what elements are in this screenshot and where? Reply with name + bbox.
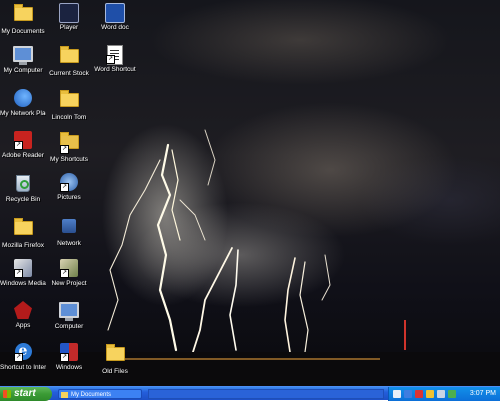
desktop-icon-shortcuts[interactable]: ↗ My Shortcuts	[46, 130, 92, 163]
internet-explorer-icon: e ↗	[13, 343, 33, 363]
desktop-icon-label: Windows	[55, 364, 83, 371]
desktop-icon-label: My Shortcuts	[50, 156, 88, 163]
start-button[interactable]: start	[0, 387, 52, 401]
desktop-icon-network[interactable]: Network	[46, 216, 92, 247]
taskbar-empty-area[interactable]	[148, 389, 384, 399]
folder-icon	[13, 218, 33, 241]
lightning-bolt	[321, 254, 331, 301]
desktop-icon-label: Word Shortcut	[94, 66, 136, 73]
lightning-bolt	[171, 149, 181, 241]
volume-tray-icon[interactable]	[437, 390, 445, 398]
desktop-icon-label: Old Files	[102, 368, 128, 375]
desktop-icon-label: My Computer	[3, 67, 43, 74]
desktop-icon-folder[interactable]: Mozilla Firefox	[0, 216, 46, 249]
desktop-icon-media-player[interactable]: ↗ Windows Media Player	[0, 258, 46, 287]
folder-icon	[105, 344, 125, 367]
desktop-icon-word-shortcut[interactable]: ↗ Word Shortcut	[92, 44, 138, 73]
desktop-icon-app[interactable]: Apps	[0, 300, 46, 329]
desktop-icon-label: Pictures	[57, 194, 81, 201]
lightning-bolt	[229, 249, 239, 351]
desktop-icon-label: New Project	[51, 280, 87, 287]
folder-icon	[59, 90, 79, 113]
folder-icon	[59, 46, 79, 69]
desktop-icon-recycle-bin[interactable]: Recycle Bin	[0, 172, 46, 203]
desktop-icon-internet-explorer[interactable]: e↗ Shortcut to Internet	[0, 342, 46, 371]
lightning-bolt	[179, 199, 206, 241]
lightning-bolt	[299, 261, 309, 353]
desktop-icon-label: Player	[59, 24, 79, 31]
desktop-icon-label: Adobe Reader	[2, 152, 44, 159]
lightning-bolt	[204, 129, 216, 186]
pictures-icon: ↗	[59, 173, 79, 193]
desktop-icon-windows[interactable]: ↗ Windows	[46, 342, 92, 371]
desktop-icon-pictures[interactable]: ↗ Pictures	[46, 172, 92, 201]
update-tray-icon[interactable]	[426, 390, 434, 398]
antivirus-tray-icon[interactable]	[415, 390, 423, 398]
desktop-icon-label: Recycle Bin	[5, 196, 41, 203]
desktop-icon-adobe-reader[interactable]: ↗ Adobe Reader	[0, 130, 46, 159]
project-icon: ↗	[59, 259, 79, 279]
adobe-reader-icon: ↗	[13, 131, 33, 151]
desktop-icon-my-documents[interactable]: My Documents	[0, 2, 46, 35]
desktop-icon-new-project[interactable]: ↗ New Project	[46, 258, 92, 287]
media-player-icon: ↗	[13, 259, 33, 279]
taskbar-window-button[interactable]: My Documents	[58, 389, 142, 399]
desktop-icon-old-files[interactable]: Old Files	[92, 342, 138, 375]
desktop-icon-label: Lincoln Tom	[51, 114, 87, 121]
desktop-wallpaper: My Documents My Computer My Network Plac…	[0, 0, 500, 386]
desktop-icon-current-stock[interactable]: Current Stock	[46, 44, 92, 77]
my-documents-icon	[13, 4, 33, 27]
windows-logo-icon	[3, 390, 11, 398]
windows-icon: ↗	[59, 343, 79, 363]
folder-icon	[61, 392, 68, 398]
lightning-bolt	[191, 247, 233, 356]
system-tray: 3:07 PM	[388, 387, 500, 401]
desktop-icon-word-doc[interactable]: Word doc	[92, 2, 138, 31]
taskbar-window-label: My Documents	[71, 392, 112, 398]
clock[interactable]: 3:07 PM	[470, 387, 496, 401]
lightning-bolt	[284, 257, 296, 353]
desktop-icon-label: Windows Media Player	[0, 280, 46, 287]
word-doc-icon	[105, 3, 125, 23]
desktop-icon-lincoln-tom[interactable]: Lincoln Tom	[46, 88, 92, 121]
my-computer-icon	[13, 46, 33, 66]
word-shortcut-icon: ↗	[105, 45, 125, 65]
shield-tray-icon[interactable]	[404, 390, 412, 398]
network-places-icon	[13, 89, 33, 109]
app-icon	[13, 301, 33, 321]
tower-light	[404, 320, 406, 350]
desktop-icon-label: My Documents	[1, 28, 45, 35]
messenger-tray-icon[interactable]	[448, 390, 456, 398]
lightning-bolt	[107, 159, 161, 331]
desktop-icon-label: Network	[57, 240, 81, 247]
start-label: start	[14, 388, 36, 399]
player-icon	[59, 3, 79, 23]
desktop-icon-label: Current Stock	[49, 70, 89, 77]
network-icon	[59, 219, 79, 239]
desktop-icon-network-places[interactable]: My Network Places	[0, 88, 46, 117]
lightning-bolt	[156, 143, 178, 352]
taskbar: start My Documents 3:07 PM	[0, 386, 500, 401]
network-tray-icon[interactable]	[393, 390, 401, 398]
desktop-icon-computer[interactable]: Computer	[46, 300, 92, 330]
desktop-icon-player[interactable]: Player	[46, 2, 92, 31]
desktop-icon-label: My Network Places	[0, 110, 46, 117]
desktop-icon-label: Word doc	[101, 24, 129, 31]
desktop-icon-label: Shortcut to Internet	[0, 364, 46, 371]
recycle-bin-icon	[13, 175, 33, 195]
desktop-icon-label: Apps	[15, 322, 31, 329]
desktop-icon-label: Mozilla Firefox	[2, 242, 44, 249]
town-lights	[120, 358, 380, 360]
desktop-icon-my-computer[interactable]: My Computer	[0, 44, 46, 74]
shortcut-folder-icon: ↗	[59, 132, 79, 155]
computer-icon	[59, 302, 79, 322]
desktop-icon-label: Computer	[54, 323, 84, 330]
